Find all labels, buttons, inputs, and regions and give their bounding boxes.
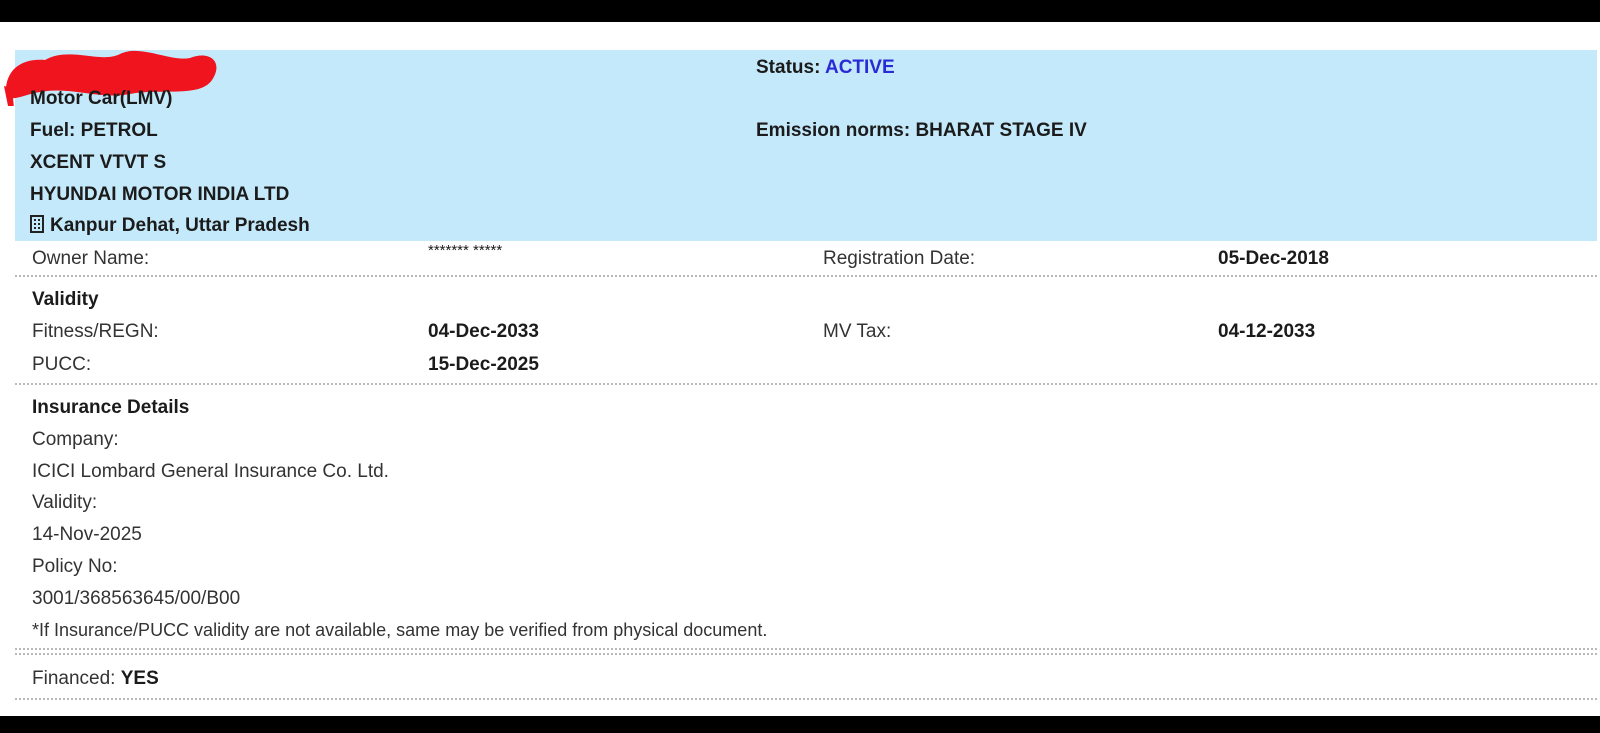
insurance-note: *If Insurance/PUCC validity are not avai…	[32, 620, 768, 640]
insurance-validity-value: 14-Nov-2025	[32, 524, 142, 545]
location-text: Kanpur Dehat, Uttar Pradesh	[50, 215, 310, 236]
divider	[15, 648, 1597, 650]
insurance-company-value: ICICI Lombard General Insurance Co. Ltd.	[32, 461, 389, 482]
fuel-line: Fuel: PETROL	[30, 120, 158, 142]
financed-line: Financed: YES	[32, 668, 159, 690]
fitness-label: Fitness/REGN:	[32, 321, 159, 342]
registration-date-value: 05-Dec-2018	[1218, 248, 1329, 269]
financed-value: YES	[120, 668, 159, 689]
owner-name-label: Owner Name:	[32, 248, 150, 269]
insurance-company-label: Company:	[32, 429, 119, 450]
emission-value: BHARAT STAGE IV	[915, 120, 1087, 141]
emission-line: Emission norms: BHARAT STAGE IV	[756, 120, 1087, 142]
mv-tax-value: 04-12-2033	[1218, 321, 1316, 342]
divider	[15, 653, 1597, 655]
policy-number-value: 3001/368563645/00/B00	[32, 588, 241, 609]
vehicle-model: XCENT VTVT S	[30, 152, 167, 173]
policy-number-label: Policy No:	[32, 556, 118, 577]
pucc-value: 15-Dec-2025	[428, 354, 539, 375]
divider	[15, 383, 1597, 385]
vehicle-maker: HYUNDAI MOTOR INDIA LTD	[30, 184, 290, 205]
emission-label: Emission norms:	[756, 120, 911, 141]
divider	[15, 698, 1597, 700]
status-line: Status: ACTIVE	[756, 57, 895, 79]
insurance-validity-label: Validity:	[32, 492, 98, 513]
insurance-heading: Insurance Details	[32, 397, 190, 418]
status-label: Status:	[756, 57, 821, 78]
fitness-value: 04-Dec-2033	[428, 321, 539, 342]
registration-location: Kanpur Dehat, Uttar Pradesh	[30, 215, 310, 237]
status-badge: ACTIVE	[824, 57, 895, 78]
validity-heading: Validity	[32, 289, 99, 310]
financed-label: Financed:	[32, 668, 116, 689]
building-icon	[30, 215, 44, 233]
vehicle-class: Motor Car(LMV)	[30, 88, 173, 109]
divider	[15, 275, 1597, 277]
registration-date-label: Registration Date:	[823, 248, 976, 269]
fuel-value: PETROL	[80, 120, 158, 141]
fuel-label: Fuel:	[30, 120, 76, 141]
owner-name-value: ******* *****	[428, 242, 503, 259]
vehicle-details-card: Motor Car(LMV) Fuel: PETROL XCENT VTVT S…	[0, 22, 1600, 716]
mv-tax-label: MV Tax:	[823, 321, 892, 342]
pucc-label: PUCC:	[32, 354, 92, 375]
